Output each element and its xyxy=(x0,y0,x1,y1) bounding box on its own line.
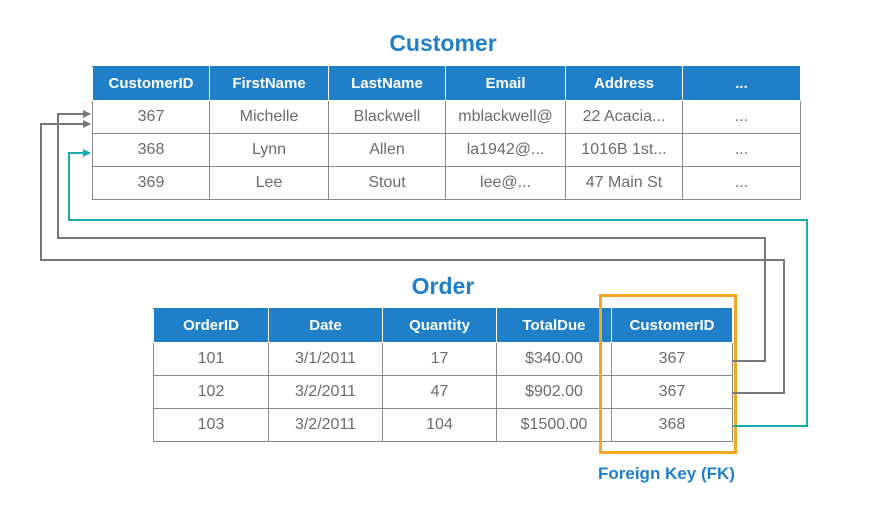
connector-order-102-to-customer-367 xyxy=(40,120,785,394)
connector-order-101-to-customer-367 xyxy=(57,110,766,362)
relationship-connectors xyxy=(40,110,808,427)
connector-order-103-to-customer-368 xyxy=(68,149,808,427)
